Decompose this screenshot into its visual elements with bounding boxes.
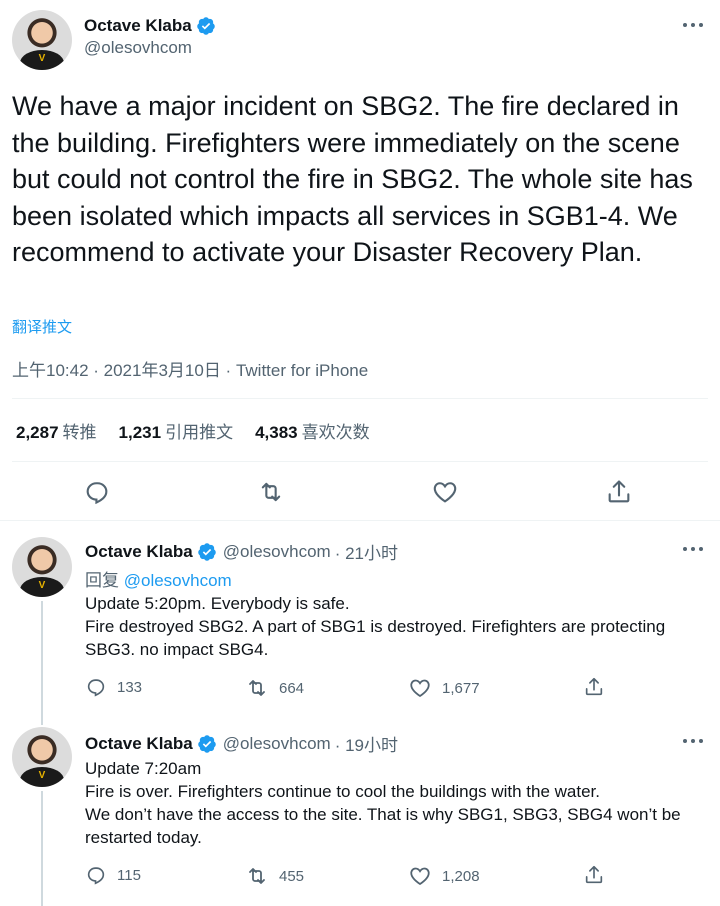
retweet-stat[interactable]: 2,287 转推 [16, 418, 97, 443]
retweet-icon [249, 680, 265, 696]
like-button[interactable]: 1,677 [408, 676, 480, 700]
tweet-actions [0, 478, 720, 506]
more-icon[interactable] [682, 20, 704, 30]
text-line: Fire is over. Firefighters continue to c… [85, 782, 600, 801]
verified-badge-icon [196, 17, 215, 35]
like-stat[interactable]: 4,383 喜欢次数 [255, 418, 370, 443]
text-line: Fire destroyed SBG2. A part of SBG1 is d… [85, 617, 666, 636]
tweet-time[interactable]: · 21小时 [335, 539, 398, 564]
tweet-meta[interactable]: 上午10:42 · 2021年3月10日 · Twitter for iPhon… [12, 356, 368, 381]
more-icon[interactable] [682, 544, 704, 554]
reply-text: Update 7:20am Fire is over. Firefighters… [85, 757, 710, 849]
avatar[interactable]: V [12, 537, 72, 597]
thread-line [41, 791, 43, 906]
like-button[interactable]: 1,208 [408, 864, 480, 888]
translate-link[interactable]: 翻译推文 [12, 316, 72, 337]
tweet-time[interactable]: · 19小时 [335, 731, 398, 756]
reply-button[interactable]: 115 [85, 864, 141, 886]
author-name[interactable]: Octave Klaba [84, 16, 192, 36]
divider [12, 398, 708, 399]
reply-to-link[interactable]: @olesovhcom [124, 571, 232, 590]
reply-icon[interactable] [83, 478, 111, 506]
thread-line [41, 711, 43, 725]
reply-actions: 133 664 1,677 [85, 676, 625, 700]
retweet-count: 664 [279, 679, 305, 697]
share-icon [585, 677, 603, 696]
text-line: restarted today. [85, 828, 202, 847]
text-line: Update 7:20am [85, 759, 202, 778]
reply-icon [87, 867, 105, 885]
like-count: 1,208 [442, 867, 480, 885]
share-icon [585, 865, 603, 884]
retweet-count: 455 [279, 867, 305, 885]
reply-button[interactable]: 133 [85, 676, 142, 698]
author-row: Octave Klaba [84, 15, 216, 37]
tweet-text: We have a major incident on SBG2. The fi… [12, 91, 693, 267]
share-icon[interactable] [605, 478, 633, 506]
text-line: We don’t have the access to the site. Th… [85, 805, 681, 824]
reply-context: 回复 @olesovhcom [85, 566, 232, 591]
quote-stat[interactable]: 1,231 引用推文 [119, 418, 234, 443]
reply-text: Update 5:20pm. Everybody is safe. Fire d… [85, 592, 710, 661]
retweet-icon [249, 868, 265, 884]
avatar[interactable]: V [12, 10, 72, 70]
share-button[interactable] [583, 864, 615, 886]
author-handle[interactable]: @olesovhcom [223, 734, 331, 754]
retweet-button[interactable]: 664 [245, 676, 304, 700]
text-line: Update 5:20pm. Everybody is safe. [85, 594, 350, 613]
thread-line [41, 601, 43, 716]
verified-badge-icon [197, 542, 216, 561]
reply-count: 115 [117, 866, 141, 884]
avatar[interactable]: V [12, 727, 72, 787]
like-count: 1,677 [442, 679, 480, 697]
more-icon[interactable] [682, 736, 704, 746]
author-handle[interactable]: @olesovhcom [84, 38, 192, 58]
retweet-button[interactable]: 455 [245, 864, 304, 888]
share-button[interactable] [583, 676, 615, 698]
reply-actions: 115 455 1,208 [85, 864, 625, 888]
author-name[interactable]: Octave Klaba [85, 734, 193, 754]
like-icon[interactable] [431, 478, 459, 506]
reply-tweet[interactable]: V Octave Klaba @olesovhcom · 21小时 回复 @ol… [0, 521, 720, 716]
reply-count: 133 [117, 678, 143, 696]
verified-badge-icon [197, 734, 216, 753]
tweet-stats: 2,287 转推 1,231 引用推文 4,383 喜欢次数 [16, 418, 370, 443]
reply-icon [87, 679, 105, 697]
like-icon [410, 867, 430, 886]
like-icon [410, 679, 430, 698]
author-name[interactable]: Octave Klaba [85, 542, 193, 562]
retweet-icon[interactable] [257, 478, 285, 506]
reply-tweet[interactable]: V Octave Klaba @olesovhcom · 19小时 Update… [0, 711, 720, 906]
reply-header: Octave Klaba @olesovhcom · 19小时 [85, 731, 398, 756]
reply-header: Octave Klaba @olesovhcom · 21小时 [85, 539, 398, 564]
author-handle[interactable]: @olesovhcom [223, 542, 331, 562]
text-line: SBG3. no impact SBG4. [85, 640, 269, 659]
reply-prefix: 回复 [85, 571, 119, 590]
divider [12, 461, 708, 462]
